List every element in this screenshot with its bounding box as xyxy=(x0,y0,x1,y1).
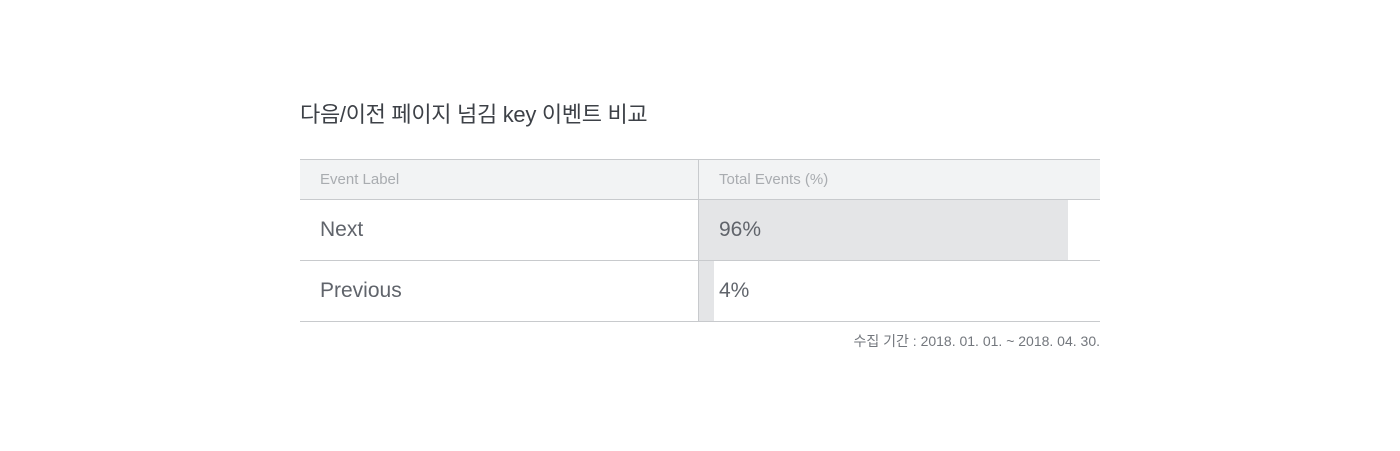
header-event-label: Event Label xyxy=(300,160,699,199)
total-events-cell-next: 96% xyxy=(699,200,1100,260)
table-row: Previous 4% xyxy=(300,261,1100,322)
event-label-previous: Previous xyxy=(300,261,699,321)
value-label-previous: 4% xyxy=(719,279,750,302)
event-label-next: Next xyxy=(300,200,699,260)
bar-previous xyxy=(699,261,714,321)
table-row: Next 96% xyxy=(300,200,1100,261)
event-table: Event Label Total Events (%) Next 96% Prev… xyxy=(300,159,1100,322)
total-events-cell-previous: 4% xyxy=(699,261,1100,321)
chart-title: 다음/이전 페이지 넘김 key 이벤트 비교 xyxy=(300,102,648,127)
table-header-row: Event Label Total Events (%) xyxy=(300,160,1100,200)
collection-period: 수집 기간 : 2018. 01. 01. ~ 2018. 04. 30. xyxy=(853,333,1100,349)
header-total-events: Total Events (%) xyxy=(719,171,829,188)
value-label-next: 96% xyxy=(719,218,762,241)
